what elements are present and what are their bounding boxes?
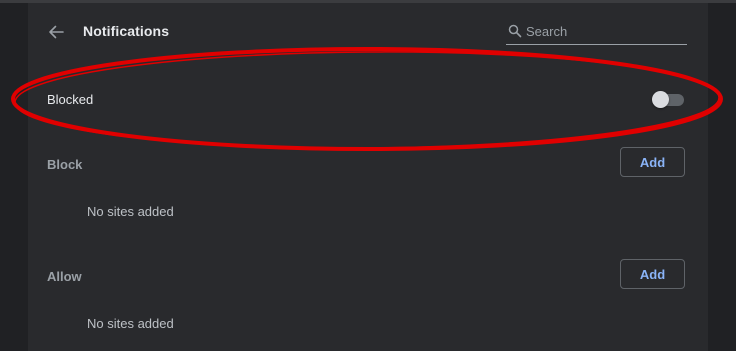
allow-section-label: Allow xyxy=(47,269,82,284)
back-button[interactable] xyxy=(44,20,68,44)
blocked-label: Blocked xyxy=(47,92,94,107)
blocked-setting-row[interactable]: Blocked xyxy=(28,73,708,127)
settings-page: Notifications Blocked Block Add No sites… xyxy=(0,0,736,351)
settings-panel xyxy=(28,3,708,351)
allow-add-button[interactable]: Add xyxy=(620,259,685,289)
toggle-knob xyxy=(652,91,669,108)
block-empty-text: No sites added xyxy=(87,204,174,219)
blocked-toggle[interactable] xyxy=(652,91,686,109)
search-input[interactable] xyxy=(526,21,684,41)
block-add-button[interactable]: Add xyxy=(620,147,685,177)
arrow-left-icon xyxy=(49,25,64,39)
search-icon xyxy=(508,24,522,38)
page-title: Notifications xyxy=(83,23,170,39)
allow-empty-text: No sites added xyxy=(87,316,174,331)
search-field[interactable] xyxy=(506,21,687,45)
block-section-label: Block xyxy=(47,157,83,172)
